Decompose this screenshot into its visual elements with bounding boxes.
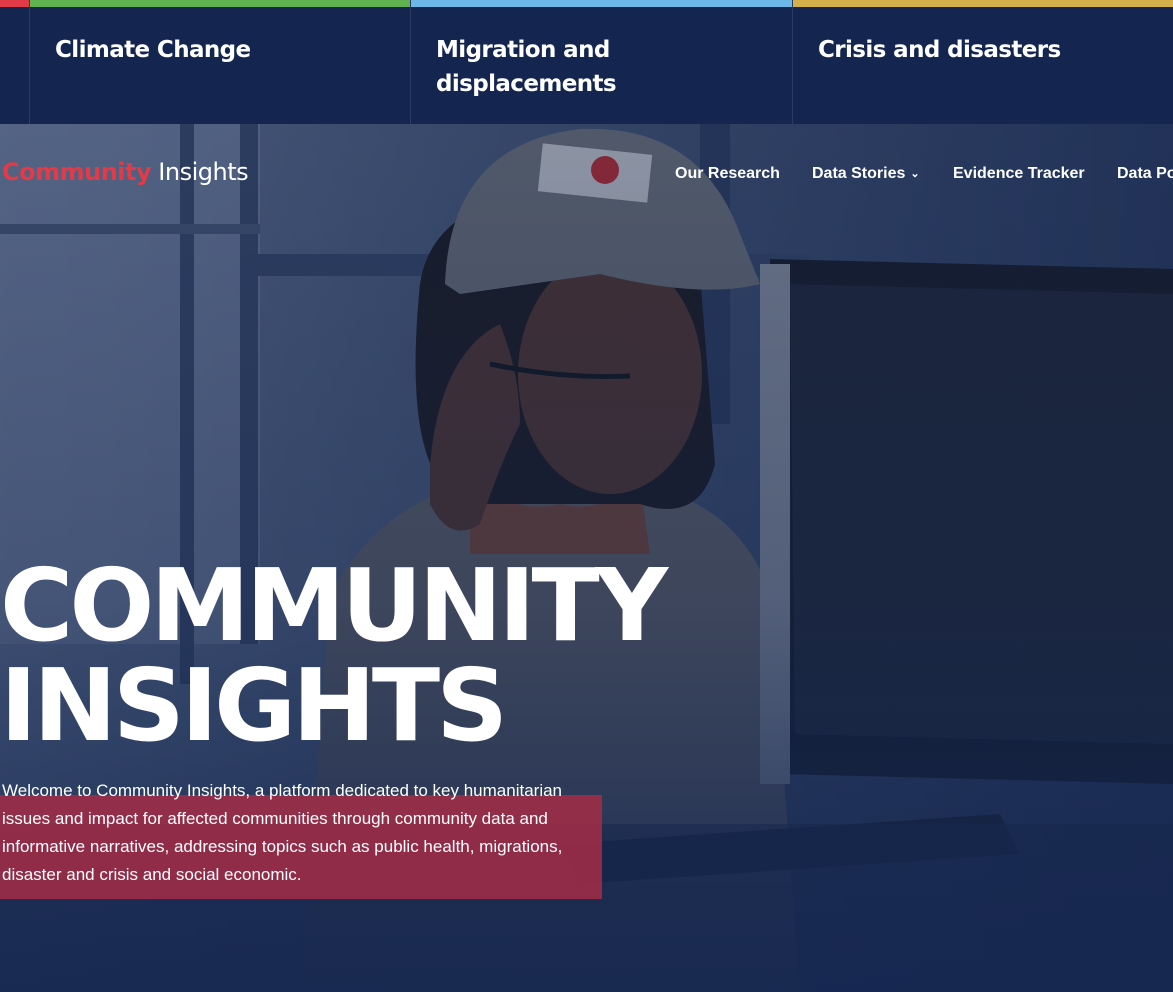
topic-bar: Climate Change Migration and displacemen… xyxy=(0,0,1173,124)
topic-label: Migration and displacements xyxy=(436,37,617,97)
topic-tile-climate-change[interactable]: Climate Change xyxy=(29,0,410,124)
nav-evidence-tracker[interactable]: Evidence Tracker xyxy=(953,163,1085,185)
nav-data-stories[interactable]: Data Stories ⌄ xyxy=(812,163,920,185)
topic-accent-stripe xyxy=(0,0,29,7)
topic-tile-migration[interactable]: Migration and displacements xyxy=(410,0,792,124)
topic-accent-stripe xyxy=(793,0,1173,7)
logo-word-community: Community xyxy=(2,158,152,186)
nav-data-portal[interactable]: Data Po xyxy=(1117,163,1173,185)
nav-data-stories-label: Data Stories xyxy=(812,165,906,182)
topic-tile-health[interactable] xyxy=(0,0,29,124)
topic-label: Climate Change xyxy=(55,37,251,63)
topic-accent-stripe xyxy=(411,0,792,7)
hero-headline-line2: INSIGHTS xyxy=(0,647,508,764)
hero-headline: COMMUNITY INSIGHTS xyxy=(0,547,668,764)
site-logo[interactable]: Community Insights xyxy=(2,157,249,187)
nav-our-research[interactable]: Our Research xyxy=(675,163,780,185)
topic-tile-crisis[interactable]: Crisis and disasters xyxy=(792,0,1173,124)
hero-headline-line1: COMMUNITY xyxy=(0,547,668,664)
hero-intro-text: Welcome to Community Insights, a platfor… xyxy=(2,781,563,884)
topic-label: Crisis and disasters xyxy=(818,37,1061,63)
chevron-down-icon[interactable]: ⌄ xyxy=(910,163,919,185)
logo-word-insights: Insights xyxy=(158,158,249,186)
topic-accent-stripe xyxy=(30,0,410,7)
